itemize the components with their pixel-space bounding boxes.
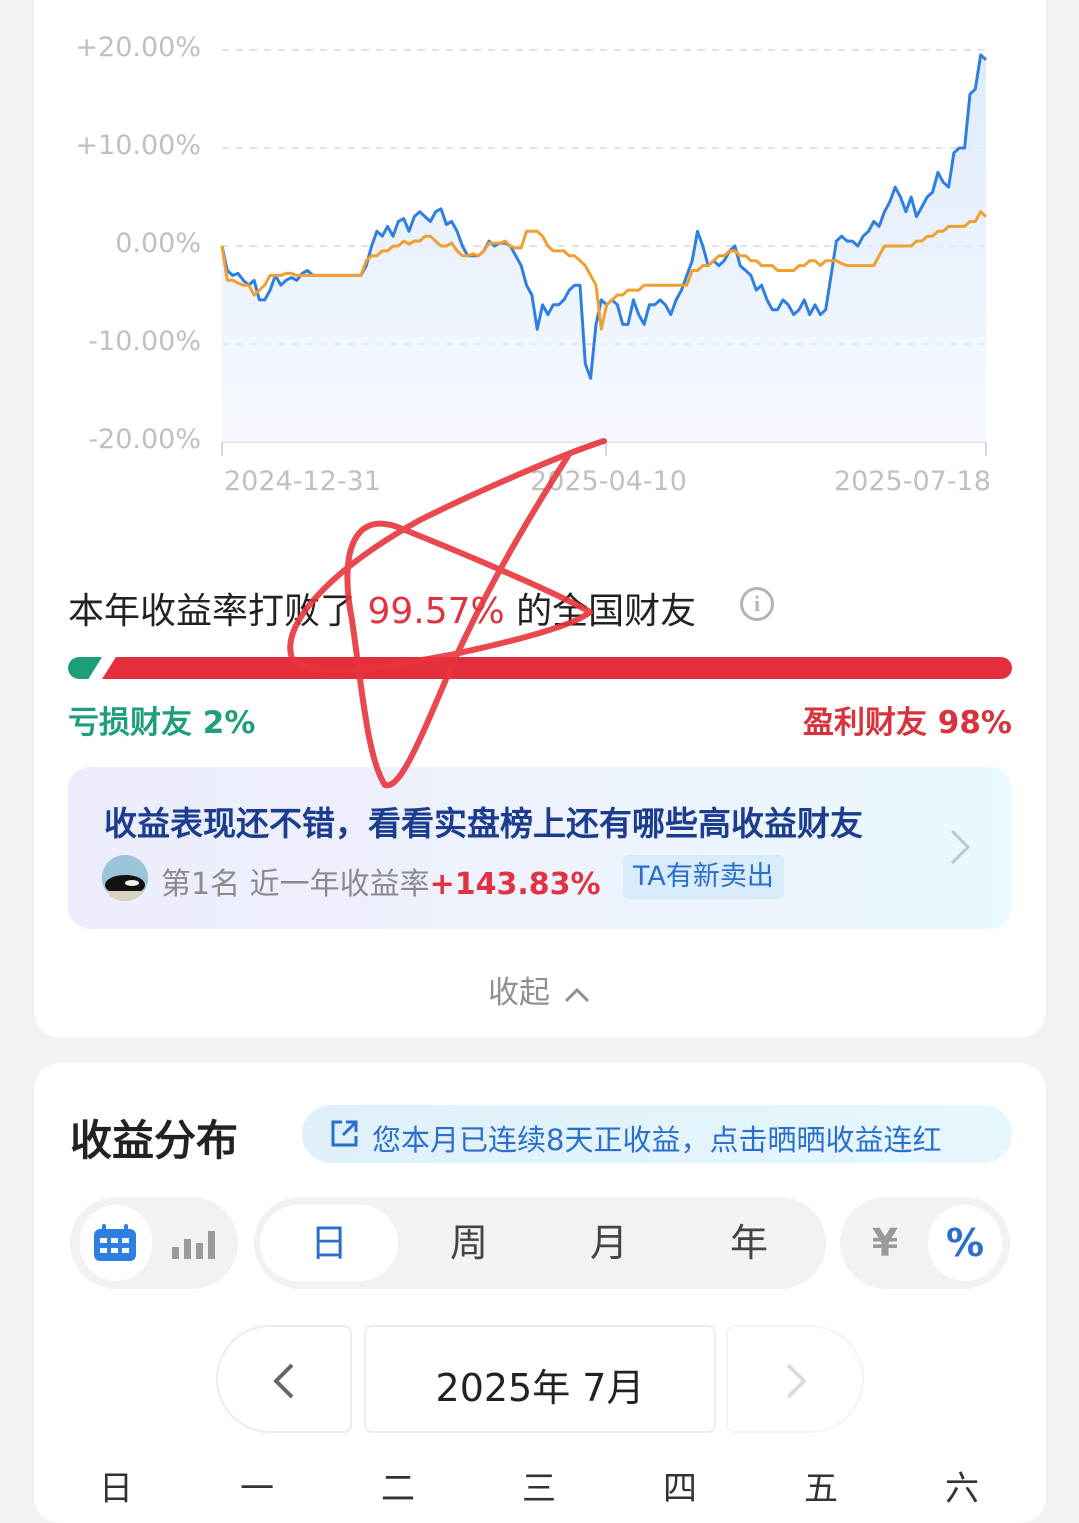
info-icon[interactable]: i xyxy=(740,587,774,621)
y-tick-label: +20.00% xyxy=(75,32,201,63)
weekday-mon: 一 xyxy=(240,1469,274,1509)
tab-day[interactable]: 日 xyxy=(260,1197,398,1289)
chevron-right-icon xyxy=(786,1363,807,1399)
x-tick-label: 2025-07-18 xyxy=(834,466,991,497)
weekday-sun: 日 xyxy=(99,1469,133,1509)
view-toggle xyxy=(70,1197,238,1289)
unit-percent-button[interactable]: % xyxy=(928,1197,1002,1289)
y-tick-label: -20.00% xyxy=(88,424,201,455)
promo-rank-text: 第1名 近一年收益率+143.83% xyxy=(161,867,601,902)
y-tick-label: -10.00% xyxy=(88,326,201,357)
series-area-fill xyxy=(222,54,986,443)
weekday-sat: 六 xyxy=(945,1469,979,1509)
y-tick-label: 0.00% xyxy=(115,228,201,259)
chevron-up-icon xyxy=(564,987,589,1002)
share-icon xyxy=(331,1120,358,1147)
distribution-title: 收益分布 xyxy=(70,1116,239,1165)
ta-sell-tag: TA有新卖出 xyxy=(623,855,784,899)
unit-toggle: ¥ % xyxy=(840,1197,1010,1289)
loss-bar-segment xyxy=(68,657,102,679)
month-selector[interactable]: 2025年 7月 xyxy=(364,1325,716,1433)
loss-label: 亏损财友 2% xyxy=(68,705,256,741)
tab-year[interactable]: 年 xyxy=(680,1197,818,1289)
weekday-thu: 四 xyxy=(663,1469,697,1509)
prev-month-button[interactable] xyxy=(216,1325,352,1433)
loss-gain-bar xyxy=(68,657,1012,679)
chevron-right-icon xyxy=(950,829,971,865)
collapse-button[interactable]: 收起 xyxy=(488,967,590,1012)
avatar xyxy=(102,855,148,901)
distribution-card: 收益分布 您本月已连续8天正收益，点击晒晒收益连红 日 周 月 年 ¥ % 20… xyxy=(34,1063,1046,1523)
calendar-icon[interactable] xyxy=(92,1223,138,1263)
weekday-fri: 五 xyxy=(804,1469,838,1509)
leaderboard-promo[interactable]: 收益表现还不错，看看实盘榜上还有哪些高收益财友 第1名 近一年收益率+143.8… xyxy=(68,767,1012,929)
streak-text: 您本月已连续8天正收益，点击晒晒收益连红 xyxy=(372,1123,942,1157)
y-tick-label: +10.00% xyxy=(75,130,201,161)
gain-label: 盈利财友 98% xyxy=(803,705,1012,741)
month-label: 2025年 7月 xyxy=(435,1366,645,1410)
period-tabs: 日 周 月 年 xyxy=(254,1197,826,1289)
next-month-button[interactable] xyxy=(726,1325,864,1433)
beat-rank-text: 本年收益率打败了 99.57% 的全国财友 xyxy=(68,591,697,632)
x-tick-label: 2024-12-31 xyxy=(224,466,381,497)
unit-yuan-button[interactable]: ¥ xyxy=(848,1197,922,1289)
promo-title: 收益表现还不错，看看实盘榜上还有哪些高收益财友 xyxy=(104,804,863,843)
beat-percent: 99.57% xyxy=(367,591,505,632)
tab-month[interactable]: 月 xyxy=(540,1197,678,1289)
weekday-wed: 三 xyxy=(522,1469,556,1509)
weekday-tue: 二 xyxy=(381,1469,415,1509)
gain-bar-segment xyxy=(102,657,1012,679)
chevron-left-icon xyxy=(273,1363,294,1399)
share-streak-banner[interactable]: 您本月已连续8天正收益，点击晒晒收益连红 xyxy=(302,1105,1012,1163)
x-tick-label: 2025-04-10 xyxy=(530,466,687,497)
promo-yield: +143.83% xyxy=(429,867,601,902)
tab-week[interactable]: 周 xyxy=(400,1197,538,1289)
bar-chart-icon[interactable] xyxy=(172,1227,216,1259)
